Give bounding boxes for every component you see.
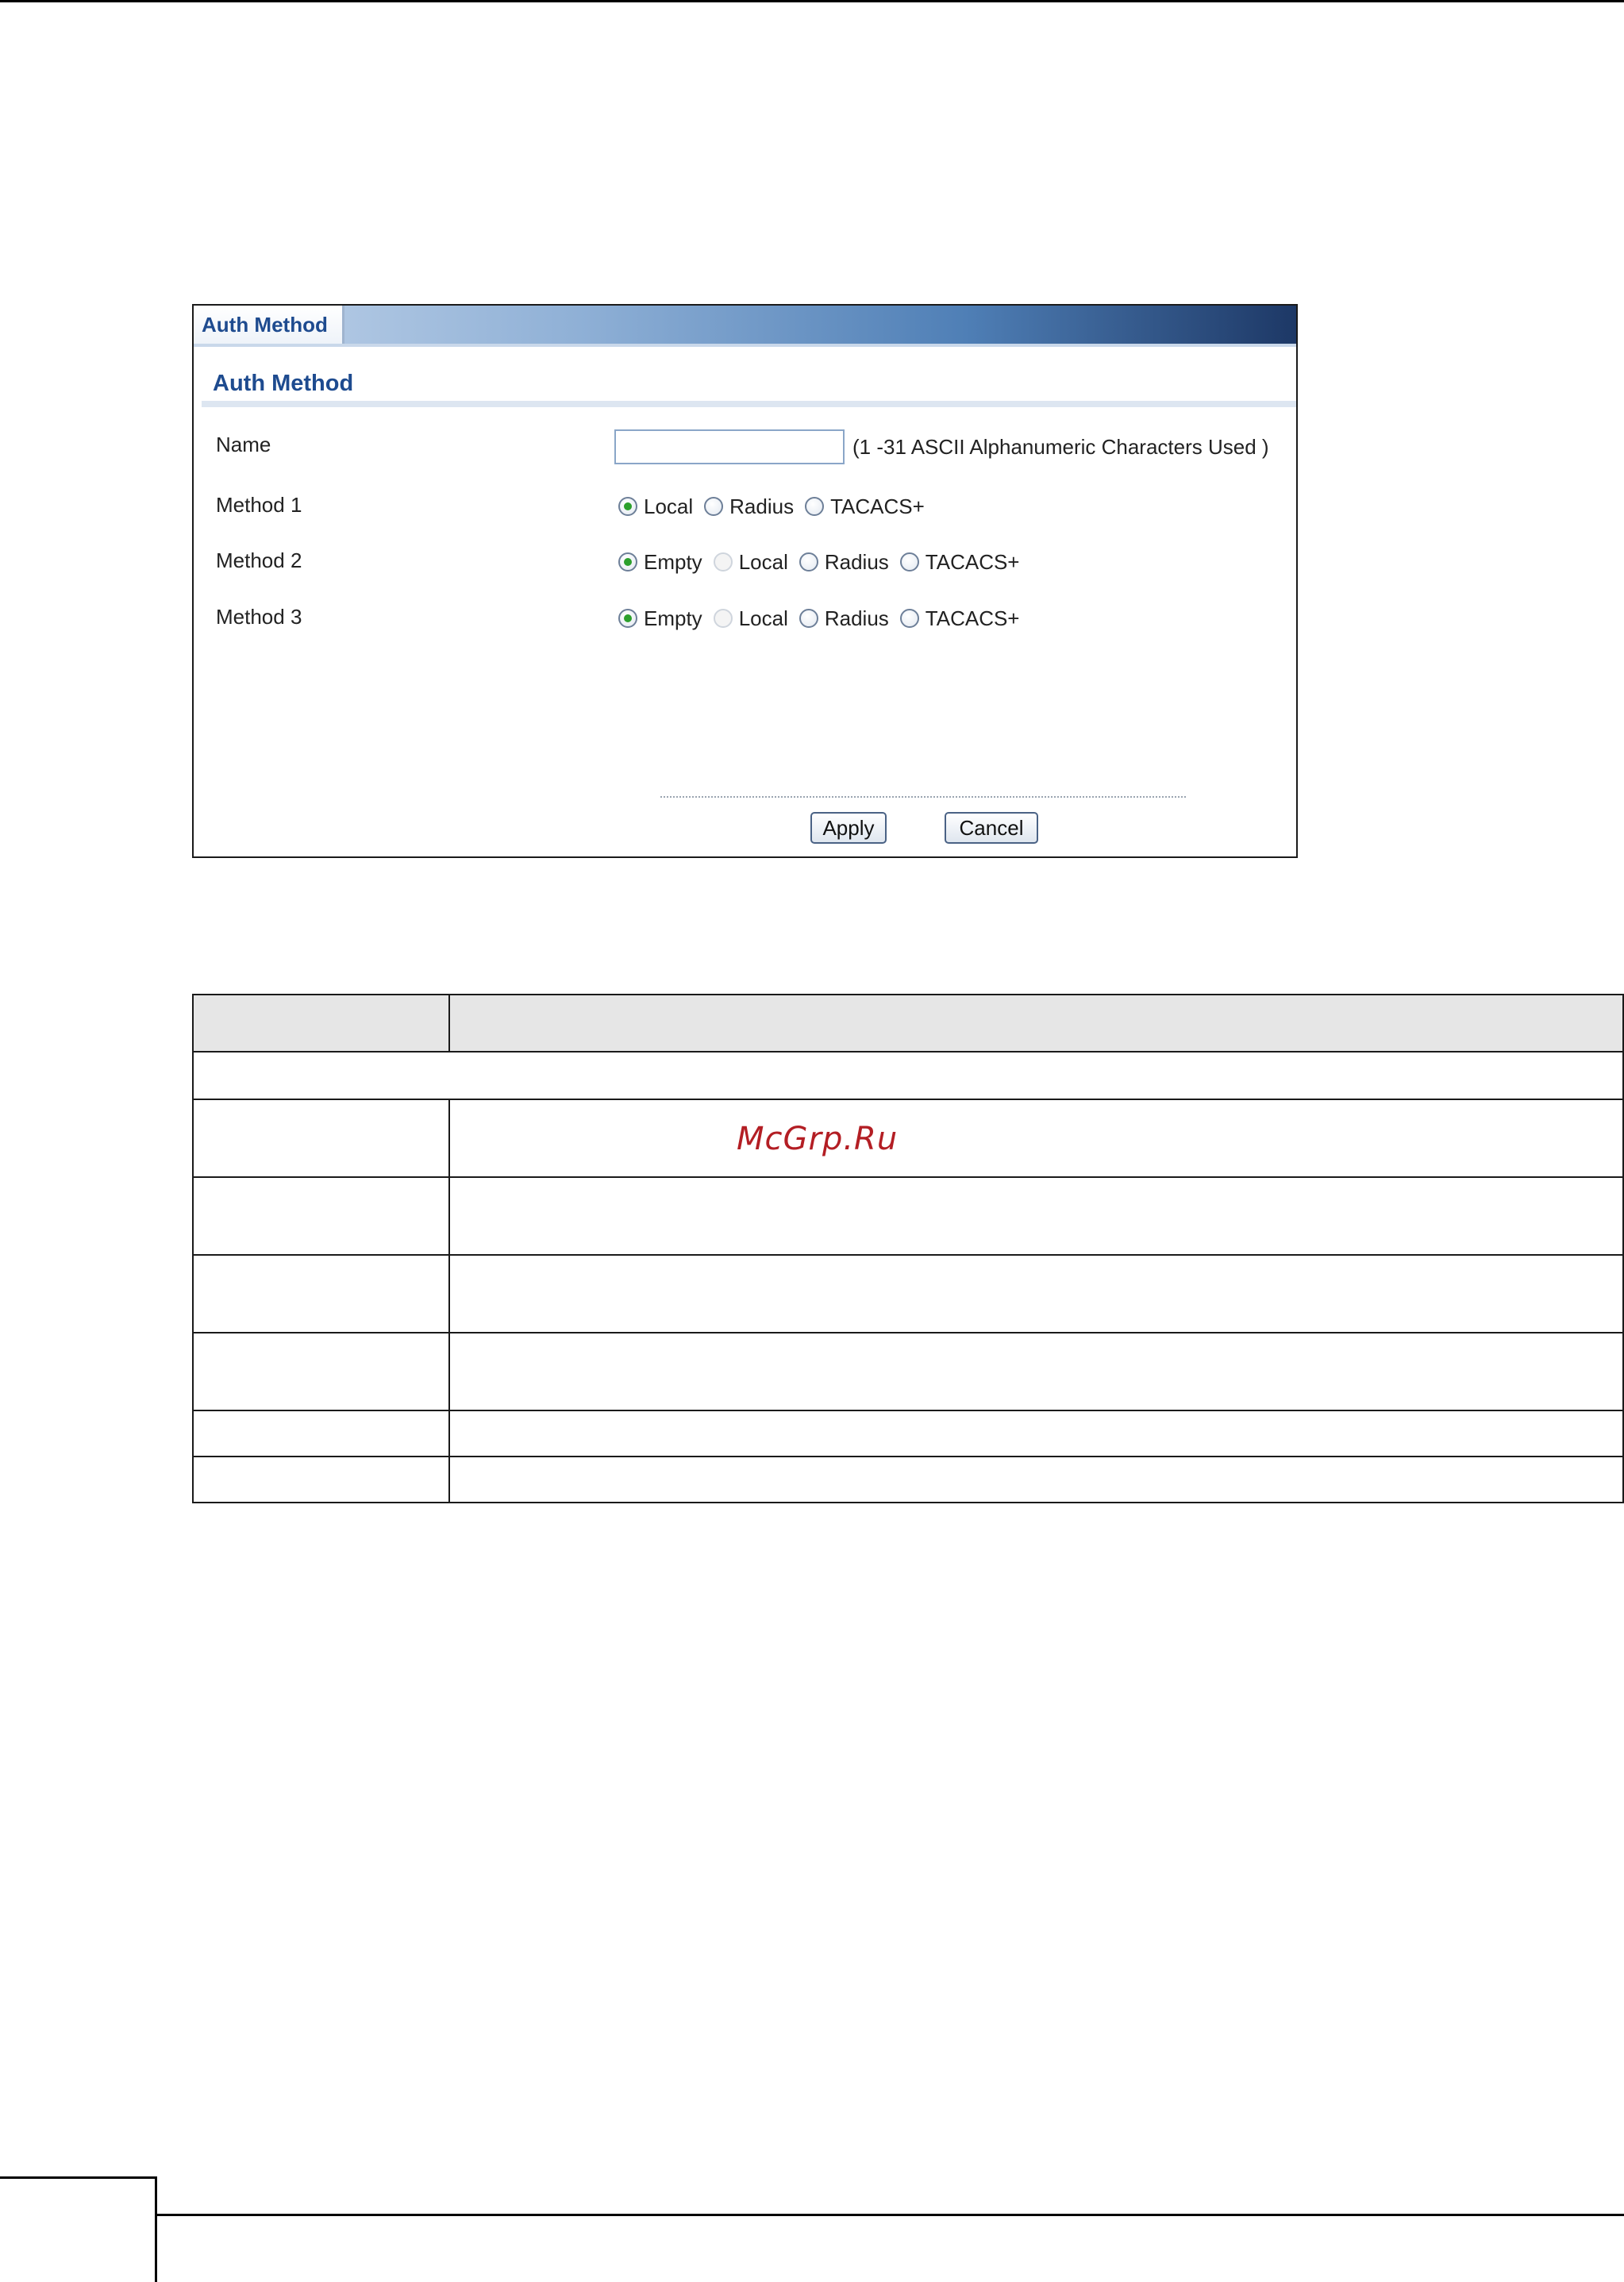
table-row bbox=[192, 1254, 1624, 1333]
radio-button[interactable] bbox=[799, 609, 818, 628]
table-cell bbox=[192, 1456, 450, 1503]
section-title: Auth Method bbox=[213, 371, 354, 396]
radio-button[interactable] bbox=[704, 497, 724, 516]
method-3-options: Empty Local Radius TACACS+ bbox=[618, 605, 1031, 632]
option-label: Radius bbox=[824, 549, 889, 574]
method-2-option-tacacs[interactable]: TACACS+ bbox=[899, 549, 1020, 575]
section-divider bbox=[202, 401, 1296, 407]
radio-button[interactable] bbox=[618, 552, 637, 571]
page-number-box bbox=[0, 2176, 157, 2282]
table-row bbox=[192, 1410, 1624, 1457]
option-label: Local bbox=[644, 494, 694, 518]
method-3-option-radius[interactable]: Radius bbox=[799, 606, 889, 631]
option-label: Local bbox=[738, 606, 788, 630]
radio-button[interactable] bbox=[618, 497, 637, 516]
name-label: Name bbox=[216, 433, 271, 456]
table-cell bbox=[448, 1254, 1624, 1333]
radio-button[interactable] bbox=[899, 609, 919, 628]
option-label: TACACS+ bbox=[925, 549, 1020, 574]
button-divider bbox=[660, 796, 1186, 798]
method-3-option-empty[interactable]: Empty bbox=[618, 606, 702, 631]
method-2-options: Empty Local Radius TACACS+ bbox=[618, 548, 1031, 575]
table-cell bbox=[448, 1456, 1624, 1503]
table-cell bbox=[192, 1099, 450, 1178]
table-cell bbox=[448, 1332, 1624, 1411]
method-3-label: Method 3 bbox=[216, 605, 302, 629]
table-cell bbox=[192, 1176, 450, 1256]
table-row bbox=[192, 1176, 1624, 1256]
top-rule bbox=[0, 0, 1624, 2]
table-cell bbox=[192, 1254, 450, 1333]
radio-button[interactable] bbox=[713, 552, 733, 571]
method-1-option-tacacs[interactable]: TACACS+ bbox=[805, 494, 925, 519]
method-3-option-local[interactable]: Local bbox=[713, 606, 788, 631]
tab-bar bbox=[194, 306, 1296, 344]
method-2-option-empty[interactable]: Empty bbox=[618, 550, 702, 575]
tab-auth-method[interactable]: Auth Method bbox=[194, 306, 344, 344]
cancel-button[interactable]: Cancel bbox=[945, 812, 1038, 844]
option-label: Empty bbox=[644, 549, 702, 574]
description-table bbox=[192, 994, 1624, 1503]
option-label: Local bbox=[738, 549, 788, 574]
option-label: Radius bbox=[824, 606, 889, 630]
method-3-option-tacacs[interactable]: TACACS+ bbox=[899, 606, 1020, 631]
table-cell bbox=[192, 1410, 450, 1457]
table-cell bbox=[448, 1176, 1624, 1256]
radio-button[interactable] bbox=[799, 552, 818, 571]
option-label: Empty bbox=[644, 606, 702, 630]
radio-button[interactable] bbox=[899, 552, 919, 571]
method-2-label: Method 2 bbox=[216, 548, 302, 572]
method-2-option-radius[interactable]: Radius bbox=[799, 550, 889, 575]
table-row bbox=[192, 1099, 1624, 1178]
method-1-label: Method 1 bbox=[216, 493, 302, 517]
radio-button[interactable] bbox=[618, 609, 637, 628]
option-label: TACACS+ bbox=[830, 494, 925, 518]
radio-button[interactable] bbox=[805, 497, 825, 516]
method-1-option-radius[interactable]: Radius bbox=[704, 494, 794, 519]
table-cell bbox=[448, 1410, 1624, 1457]
table-header-row bbox=[192, 994, 1624, 1052]
table-header-cell bbox=[448, 994, 1624, 1052]
table-cell bbox=[192, 1332, 450, 1411]
name-input[interactable] bbox=[614, 429, 845, 464]
apply-button[interactable]: Apply bbox=[810, 812, 887, 844]
auth-method-panel: Auth Method Auth Method Name (1 -31 ASCI… bbox=[192, 304, 1298, 858]
tab-bar-underline bbox=[194, 344, 1296, 347]
watermark-text: McGrp.Ru bbox=[737, 1121, 899, 1157]
table-row bbox=[192, 1051, 1624, 1100]
option-label: Radius bbox=[729, 494, 795, 518]
radio-button[interactable] bbox=[713, 609, 733, 628]
table-row bbox=[192, 1332, 1624, 1411]
option-label: TACACS+ bbox=[925, 606, 1020, 630]
table-cell bbox=[192, 1051, 1624, 1100]
table-row bbox=[192, 1456, 1624, 1503]
name-hint: (1 -31 ASCII Alphanumeric Characters Use… bbox=[852, 435, 1269, 459]
method-1-option-local[interactable]: Local bbox=[618, 494, 693, 519]
footer-rule bbox=[157, 2214, 1624, 2216]
table-cell bbox=[448, 1099, 1624, 1178]
table-header-cell bbox=[192, 994, 450, 1052]
method-2-option-local[interactable]: Local bbox=[713, 549, 788, 575]
method-1-options: Local Radius TACACS+ bbox=[618, 493, 936, 520]
